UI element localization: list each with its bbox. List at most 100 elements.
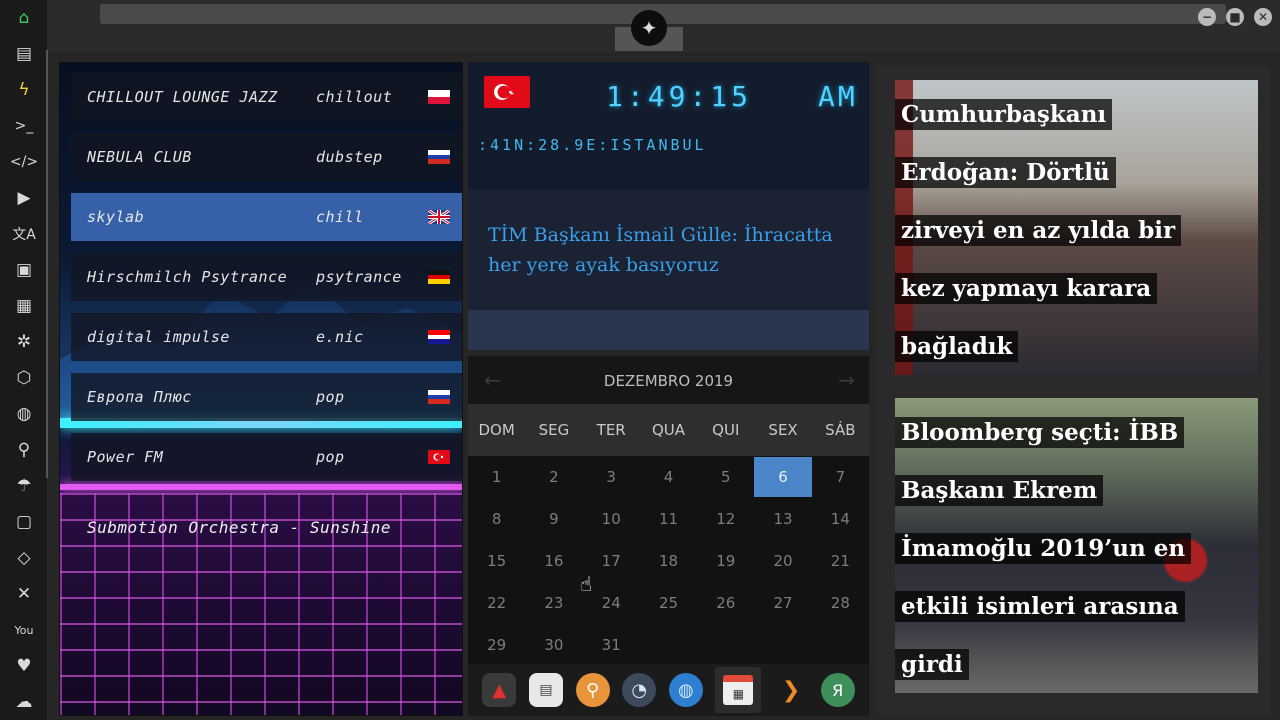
calendar-day[interactable]: 1 <box>468 456 525 498</box>
turkey-flag-icon <box>484 76 530 108</box>
umbrella-icon[interactable]: ☂ <box>0 468 48 504</box>
rebel-emblem-icon[interactable]: ✦ <box>631 10 667 46</box>
next-arrow-icon[interactable]: ❯ <box>774 673 808 707</box>
calendar-day[interactable]: 26 <box>697 582 754 624</box>
calendar-day[interactable]: 13 <box>754 498 811 540</box>
calendar-day[interactable]: 11 <box>640 498 697 540</box>
calendar-day[interactable]: 28 <box>812 582 869 624</box>
expand-icon[interactable]: ✕ <box>0 576 48 612</box>
flag-de-icon <box>428 270 450 284</box>
maximize-button[interactable]: ■ <box>1226 8 1244 26</box>
calendar-day[interactable]: 2 <box>525 456 582 498</box>
cloud-icon[interactable]: ☁ <box>0 684 48 720</box>
search-app-icon[interactable]: ⚲ <box>575 673 610 707</box>
station-row[interactable]: NEBULA CLUB dubstep <box>71 133 462 181</box>
yandex-icon[interactable]: Я <box>820 673 855 707</box>
code-icon[interactable]: </> <box>0 144 48 180</box>
calendar-day[interactable]: 29 <box>468 624 525 666</box>
code-brackets-icon[interactable]: ◇ <box>0 540 48 576</box>
station-name: NEBULA CLUB <box>87 148 192 166</box>
bolt-icon[interactable]: ϟ <box>0 72 48 108</box>
calendar-app-icon[interactable]: ▦ <box>715 667 762 713</box>
station-row[interactable]: digital impulse e.nic <box>71 313 462 361</box>
calendar-day[interactable]: 27 <box>754 582 811 624</box>
calendar-day[interactable]: 4 <box>640 456 697 498</box>
calendar-day[interactable]: 7 <box>812 456 869 498</box>
news-card-title[interactable]: Cumhurbaşkanı Erdoğan: Dörtlü zirveyi en… <box>895 86 1182 375</box>
calendar-day[interactable]: 10 <box>583 498 640 540</box>
calendar-day[interactable]: 31 <box>583 624 640 666</box>
app-dock: ▲ ▤ ⚲ ◔ ◍ ▦ ❯ Я <box>468 664 869 716</box>
clock-location: :41N:28.9E:ISTANBUL <box>478 136 707 154</box>
calendar-day[interactable]: 30 <box>525 624 582 666</box>
calendar-day[interactable]: 15 <box>468 540 525 582</box>
news-ticker[interactable]: TİM Başkanı İsmail Gülle: İhracatta her … <box>468 190 869 310</box>
calendar-month: DEZEMBRO 2019 <box>603 372 734 390</box>
hand-cursor-icon: ☝ <box>580 572 593 596</box>
home-icon[interactable]: ⌂ <box>0 0 48 36</box>
calendar-widget: ← DEZEMBRO 2019 → DOM SEG TER QUA QUI SEX SÁB … <box>468 356 869 664</box>
calendar-days: 1 2 3 4 5 6 7 8 9 10 11 12 13 14 15 16 17 18 19 20 21 22 23 24 2… <box>468 456 869 666</box>
station-row[interactable]: Hirschmilch Psytrance psytrance <box>71 253 462 301</box>
station-name: CHILLOUT LOUNGE JAZZ <box>87 88 278 106</box>
calendar-day[interactable]: 25 <box>640 582 697 624</box>
station-name: Hirschmilch Psytrance <box>87 268 288 286</box>
station-name: digital impulse <box>87 328 230 346</box>
weekday-label: QUA <box>651 421 686 439</box>
next-month-icon[interactable]: → <box>838 368 855 392</box>
calendar-day[interactable]: 8 <box>468 498 525 540</box>
news-card[interactable]: Cumhurbaşkanı Erdoğan: Dörtlü zirveyi en… <box>895 80 1258 375</box>
weekday-label: DOM <box>478 421 515 439</box>
hexagon-icon[interactable]: ⬡ <box>0 360 48 396</box>
search-icon[interactable]: ⚲ <box>0 432 48 468</box>
translate-icon[interactable]: 文A <box>0 216 48 252</box>
globe-icon[interactable]: ◍ <box>0 396 48 432</box>
app-sidebar: ⌂ ▤ ϟ >_ </> ▶ 文A ▣ ▦ ✲ ⬡ ◍ ⚲ ☂ ▢ ◇ ✕ Yo… <box>0 0 49 720</box>
calendar-day-today[interactable]: 6 <box>754 457 812 497</box>
calendar-day[interactable]: 12 <box>697 498 754 540</box>
image-icon[interactable]: ▣ <box>0 252 48 288</box>
calendar-day[interactable]: 20 <box>754 540 811 582</box>
calendar-day[interactable]: 14 <box>812 498 869 540</box>
calendar-day[interactable]: 5 <box>697 456 754 498</box>
news-title-line: girdi <box>895 649 969 680</box>
calendar-header: ← DEZEMBRO 2019 → <box>468 356 869 404</box>
ticker-headline[interactable]: TİM Başkanı İsmail Gülle: İhracatta her … <box>488 220 848 280</box>
calendar-day[interactable]: 22 <box>468 582 525 624</box>
news-card-title[interactable]: Bloomberg seçti: İBB Başkanı Ekrem İmamo… <box>895 404 1192 693</box>
globe-app-icon[interactable]: ◍ <box>668 673 703 707</box>
flag-gb-icon <box>427 208 451 226</box>
calendar-day[interactable]: 9 <box>525 498 582 540</box>
calendar-day[interactable]: 21 <box>812 540 869 582</box>
weekday-label: SÁB <box>825 421 856 439</box>
station-name: Европа Плюс <box>87 388 192 406</box>
aperture-icon[interactable]: ✲ <box>0 324 48 360</box>
contact-icon[interactable]: ▢ <box>0 504 48 540</box>
calendar-weekdays: DOM SEG TER QUA QUI SEX SÁB <box>468 404 869 456</box>
station-genre: dubstep <box>316 148 383 166</box>
terminal-icon[interactable]: >_ <box>0 108 48 144</box>
station-row[interactable]: Европа Плюс pop <box>71 373 462 421</box>
news-icon[interactable]: ▦ <box>0 288 48 324</box>
news-card[interactable]: Bloomberg seçti: İBB Başkanı Ekrem İmamo… <box>895 398 1258 693</box>
minimize-button[interactable]: − <box>1198 8 1216 26</box>
launcher-icon[interactable]: ▲ <box>482 673 517 707</box>
calendar-day[interactable]: 16 <box>525 540 582 582</box>
calendar-day[interactable]: 23 <box>525 582 582 624</box>
youtube-icon[interactable]: You <box>0 612 48 648</box>
close-button[interactable]: ✕ <box>1254 8 1272 26</box>
calendar-day[interactable]: 19 <box>697 540 754 582</box>
flag-pl-icon <box>428 90 450 104</box>
station-row[interactable]: CHILLOUT LOUNGE JAZZ chillout <box>71 73 462 121</box>
calendar-day[interactable]: 18 <box>640 540 697 582</box>
calendar-day[interactable]: 3 <box>583 456 640 498</box>
clock-app-icon[interactable]: ◔ <box>622 673 657 707</box>
station-row[interactable]: skylab chill <box>71 193 462 241</box>
newspaper-icon[interactable]: ▤ <box>528 673 563 707</box>
play-icon[interactable]: ▶ <box>0 180 48 216</box>
station-name: Power FM <box>87 448 164 466</box>
document-icon[interactable]: ▤ <box>0 36 48 72</box>
clock-widget: 1:49:15 AM :41N:28.9E:ISTANBUL <box>468 62 869 190</box>
heart-icon[interactable]: ♥ <box>0 648 48 684</box>
station-row[interactable]: Power FM pop <box>71 433 462 481</box>
